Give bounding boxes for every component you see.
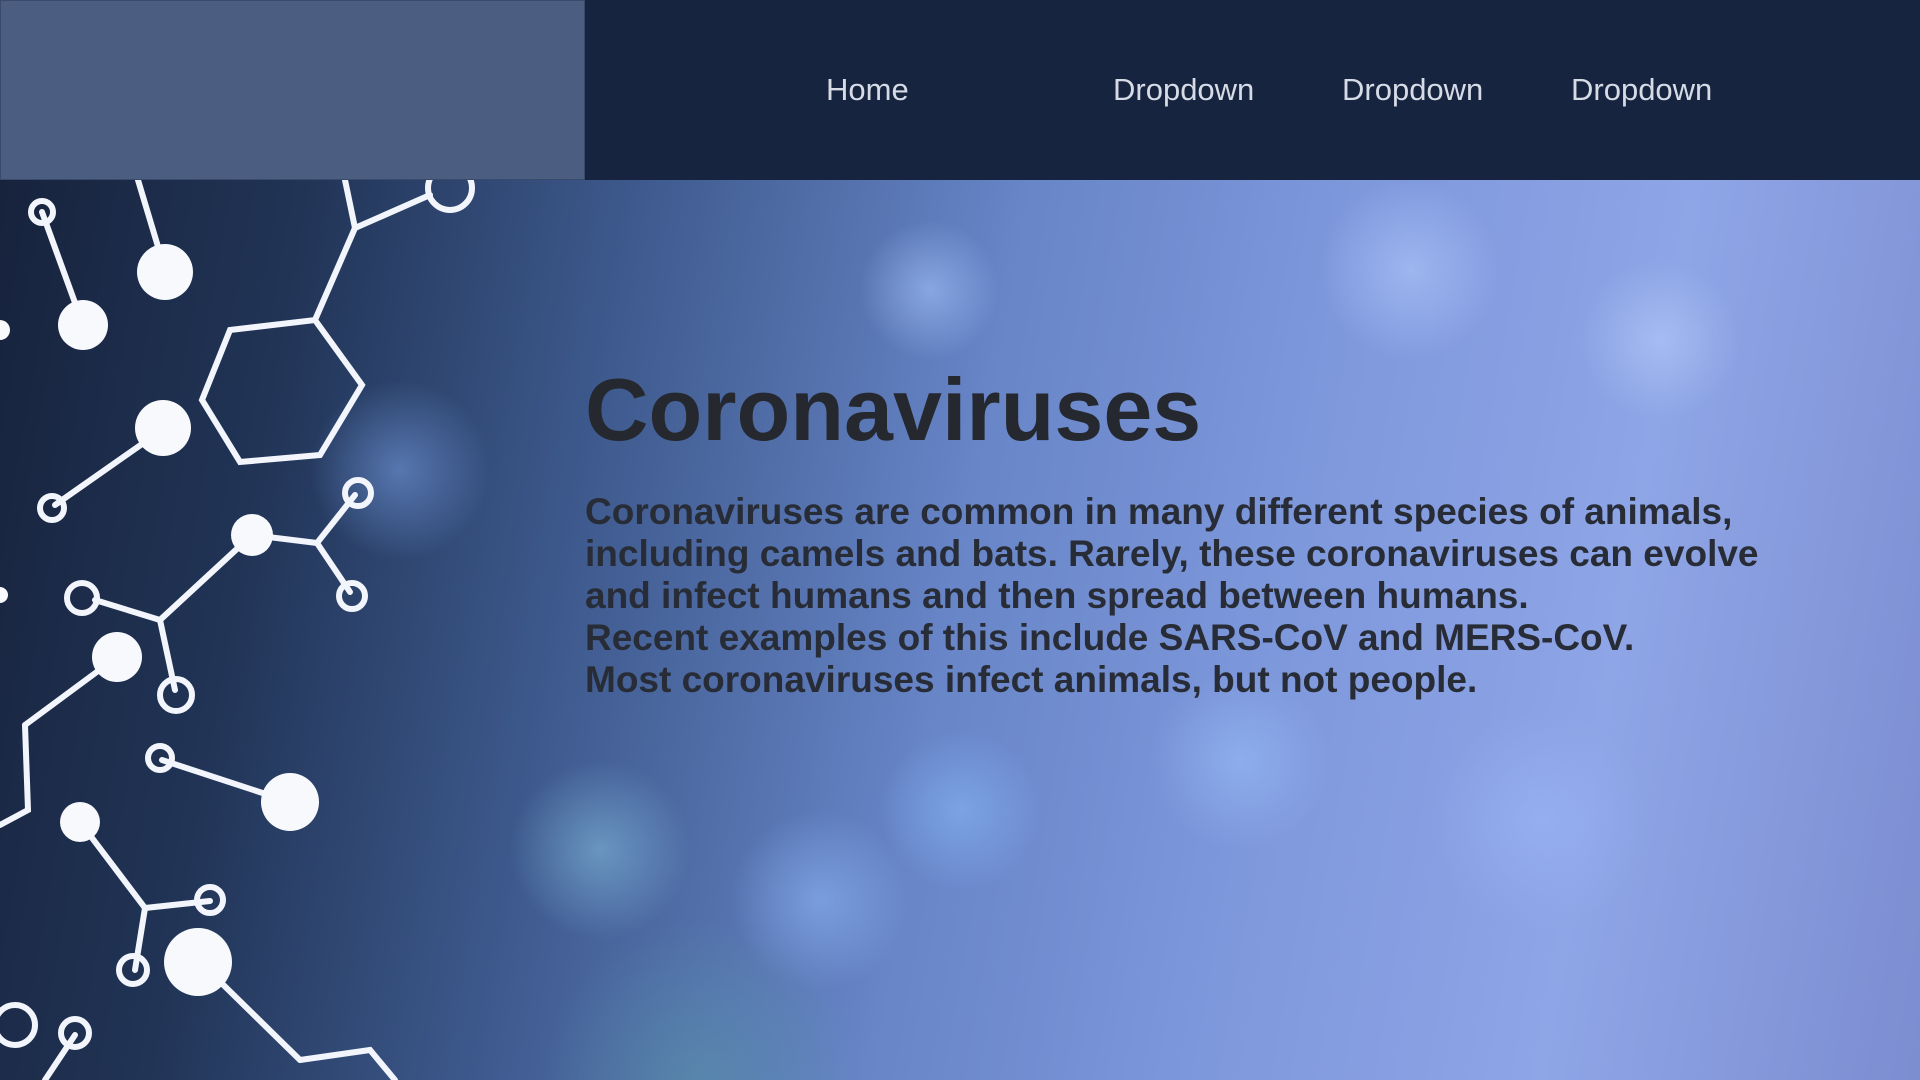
hero-content: Coronaviruses Coronaviruses are common i… <box>585 355 1845 701</box>
hero-paragraph: Coronaviruses are common in many differe… <box>585 491 1845 701</box>
paragraph-line: Coronaviruses are common in many differe… <box>585 491 1733 532</box>
paragraph-line: Recent examples of this include SARS-CoV… <box>585 617 1635 658</box>
paragraph-line: Most coronaviruses infect animals, but n… <box>585 659 1478 700</box>
nav-item-dropdown-1[interactable]: Dropdown <box>1113 70 1254 110</box>
nav-item-home[interactable]: Home <box>826 70 909 110</box>
top-navbar: Home Dropdown Dropdown Dropdown <box>0 0 1920 180</box>
paragraph-line: and infect humans and then spread betwee… <box>585 575 1529 616</box>
page: Home Dropdown Dropdown Dropdown Coronavi… <box>0 0 1920 1080</box>
logo-placeholder[interactable] <box>0 0 585 180</box>
paragraph-line: including camels and bats. Rarely, these… <box>585 533 1759 574</box>
nav-item-dropdown-3[interactable]: Dropdown <box>1571 70 1712 110</box>
nav-item-dropdown-2[interactable]: Dropdown <box>1342 70 1483 110</box>
page-title: Coronaviruses <box>585 360 1202 459</box>
